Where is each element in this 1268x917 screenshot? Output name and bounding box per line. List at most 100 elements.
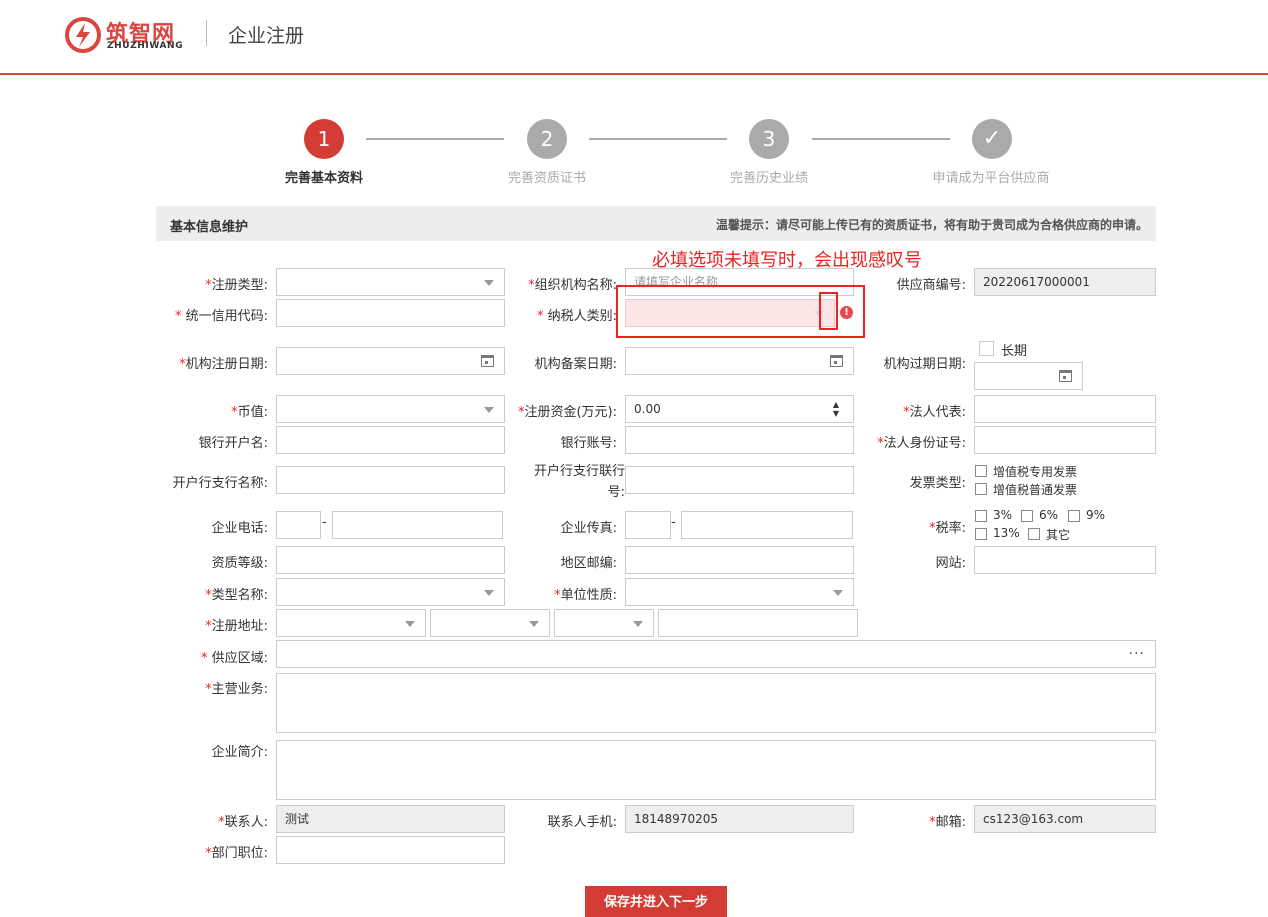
logo-icon: [65, 17, 101, 53]
qualification-label: 资质等级:: [211, 556, 268, 571]
fax-label: 企业传真:: [560, 521, 617, 536]
chevron-down-icon: [484, 590, 494, 596]
branch-code-input[interactable]: [625, 466, 854, 494]
tax-rate-other-label: 其它: [1046, 528, 1071, 542]
bank-account-name-label: 银行开户名:: [198, 436, 268, 451]
reg-date-input[interactable]: [276, 347, 505, 375]
record-date-label: 机构备案日期:: [534, 357, 617, 372]
bank-account-no-label: 银行账号:: [560, 436, 617, 451]
supply-area-input[interactable]: ···: [276, 640, 1156, 668]
supplier-no-field: 20220617000001: [974, 268, 1156, 296]
expire-date-label: 机构过期日期:: [883, 357, 966, 372]
type-name-select[interactable]: [276, 578, 505, 606]
website-input[interactable]: [974, 546, 1156, 574]
legal-id-label: *法人身份证号:: [877, 436, 966, 451]
invoice-special-label: 增值税专用发票: [993, 465, 1078, 479]
credit-code-input[interactable]: [276, 299, 505, 327]
taxpayer-type-label: * 纳税人类别:: [536, 309, 617, 324]
page-title: 企业注册: [228, 25, 305, 47]
chevron-down-icon: [405, 621, 415, 627]
type-name-label: *类型名称:: [205, 588, 268, 603]
bank-account-name-input[interactable]: [276, 426, 505, 454]
tax-rate-9-checkbox[interactable]: [1068, 510, 1080, 522]
qualification-input[interactable]: [276, 546, 505, 574]
dept-position-label: *部门职位:: [205, 846, 268, 861]
more-icon[interactable]: ···: [1129, 641, 1145, 667]
expire-date-input[interactable]: [974, 362, 1083, 390]
section-tip: 温馨提示：请尽可能上传已有的资质证书，将有助于贵司成为合格供应商的申请。: [715, 218, 1148, 232]
main-business-textarea[interactable]: [276, 673, 1156, 733]
branch-code-label: 开户行支行联行 号:: [533, 464, 625, 500]
reg-capital-input[interactable]: 0.00 ▲ ▼: [625, 395, 854, 423]
branch-name-label: 开户行支行名称:: [172, 476, 268, 491]
step-4-check-icon: ✓: [972, 119, 1012, 159]
currency-select[interactable]: [276, 395, 505, 423]
tax-rate-13-label: 13%: [993, 526, 1020, 540]
tax-rate-other-checkbox[interactable]: [1028, 528, 1040, 540]
address-detail-input[interactable]: [658, 609, 858, 637]
chevron-down-icon: [484, 280, 494, 286]
chevron-down-icon: [529, 621, 539, 627]
intro-label: 企业简介:: [211, 745, 268, 760]
contact-label: *联系人:: [218, 815, 268, 830]
unit-nature-label: *单位性质:: [554, 588, 617, 603]
branch-name-input[interactable]: [276, 466, 505, 494]
logo-subtext: ZHUZHIWANG: [107, 41, 184, 51]
chevron-down-icon: [833, 590, 843, 596]
calendar-icon: [481, 355, 494, 367]
postcode-input[interactable]: [625, 546, 854, 574]
fax-number-input[interactable]: [681, 511, 853, 539]
email-label: *邮箱:: [929, 815, 966, 830]
intro-textarea[interactable]: [276, 740, 1156, 800]
save-next-button[interactable]: 保存并进入下一步: [585, 886, 727, 917]
tax-rate-label: *税率:: [929, 521, 966, 536]
reg-type-select[interactable]: [276, 268, 505, 296]
invoice-normal-checkbox[interactable]: [975, 483, 987, 495]
step-connector: [812, 138, 950, 140]
spinner-icon[interactable]: ▲ ▼: [833, 400, 839, 418]
legal-rep-input[interactable]: [974, 395, 1156, 423]
phone-separator: -: [322, 515, 327, 530]
reg-type-label: *注册类型:: [205, 278, 268, 293]
dept-position-input[interactable]: [276, 836, 505, 864]
unit-nature-select[interactable]: [625, 578, 854, 606]
annotation-box-icon: [819, 292, 838, 330]
phone-area-input[interactable]: [276, 511, 321, 539]
website-label: 网站:: [935, 556, 966, 571]
step-connector: [589, 138, 727, 140]
org-name-label: *组织机构名称:: [528, 278, 617, 293]
legal-rep-label: *法人代表:: [903, 405, 966, 420]
phone-number-input[interactable]: [332, 511, 503, 539]
header: 筑智网 ZHUZHIWANG 企业注册: [0, 0, 1268, 75]
tax-rate-3-checkbox[interactable]: [975, 510, 987, 522]
phone-label: 企业电话:: [211, 521, 268, 536]
invoice-special-checkbox[interactable]: [975, 465, 987, 477]
record-date-input[interactable]: [625, 347, 854, 375]
legal-id-input[interactable]: [974, 426, 1156, 454]
supplier-no-label: 供应商编号:: [896, 278, 966, 293]
chevron-down-icon: [484, 407, 494, 413]
invoice-normal-label: 增值税普通发票: [993, 483, 1078, 497]
contact-field: 测试: [276, 805, 505, 833]
step-1-circle: 1: [304, 119, 344, 159]
calendar-icon: [830, 355, 843, 367]
province-select[interactable]: [276, 609, 426, 637]
fax-area-input[interactable]: [625, 511, 671, 539]
district-select[interactable]: [554, 609, 654, 637]
fax-separator: -: [671, 515, 676, 530]
step-connector: [366, 138, 504, 140]
bank-account-no-input[interactable]: [625, 426, 854, 454]
reg-address-label: *注册地址:: [205, 619, 268, 634]
main-business-label: *主营业务:: [205, 682, 268, 697]
step-2-circle: 2: [527, 119, 567, 159]
city-select[interactable]: [430, 609, 550, 637]
logo[interactable]: 筑智网 ZHUZHIWANG: [64, 14, 184, 54]
step-3-label: 完善历史业绩: [729, 171, 808, 186]
tax-rate-6-checkbox[interactable]: [1021, 510, 1033, 522]
header-divider: [206, 20, 207, 46]
step-4-label: 申请成为平台供应商: [932, 171, 1050, 186]
tax-rate-13-checkbox[interactable]: [975, 528, 987, 540]
section-title: 基本信息维护: [170, 220, 249, 235]
credit-code-label: * 统一信用代码:: [174, 309, 268, 324]
long-term-checkbox[interactable]: [979, 341, 994, 356]
